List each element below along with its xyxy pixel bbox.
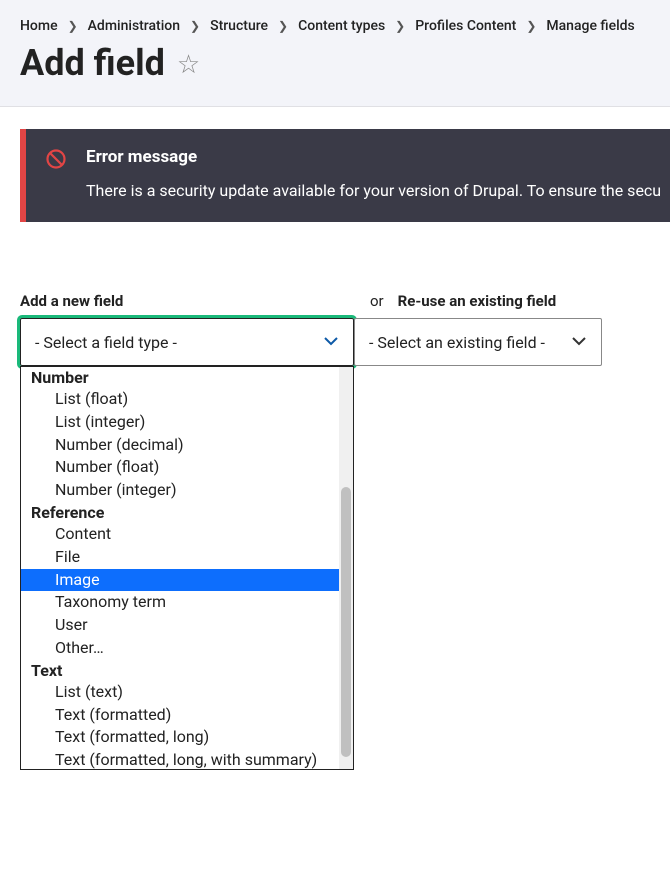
field-group-new: Add a new field - Select a field type - … <box>20 292 354 366</box>
star-icon[interactable]: ☆ <box>177 50 200 80</box>
select-existing-field-value: - Select an existing field - <box>369 333 545 352</box>
option-image[interactable]: Image <box>21 569 339 592</box>
fields-row: Add a new field - Select a field type - … <box>20 292 670 366</box>
breadcrumb-item-manage-fields[interactable]: Manage fields <box>546 18 634 34</box>
breadcrumb-item-administration[interactable]: Administration <box>88 18 180 34</box>
option-content[interactable]: Content <box>21 523 339 546</box>
chevron-right-icon: ❯ <box>395 19 405 33</box>
select-field-type[interactable]: - Select a field type - <box>20 318 354 366</box>
option-list-text[interactable]: List (text) <box>21 681 339 704</box>
dropdown-list: Number List (float) List (integer) Numbe… <box>21 367 339 769</box>
page-title-row: Add field ☆ <box>20 42 650 84</box>
option-text-formatted-long-summary[interactable]: Text (formatted, long, with summary) <box>21 749 339 770</box>
no-entry-icon <box>46 149 66 200</box>
or-label: or <box>370 292 384 310</box>
field-group-existing: or Re-use an existing field - Select an … <box>354 292 602 366</box>
chevron-right-icon: ❯ <box>68 19 78 33</box>
field-label-new: Add a new field <box>20 292 354 310</box>
option-list-float[interactable]: List (float) <box>21 388 339 411</box>
error-title: Error message <box>86 147 670 167</box>
chevron-right-icon: ❯ <box>190 19 200 33</box>
breadcrumb: Home ❯ Administration ❯ Structure ❯ Cont… <box>20 18 650 34</box>
option-taxonomy-term[interactable]: Taxonomy term <box>21 591 339 614</box>
option-number-float[interactable]: Number (float) <box>21 456 339 479</box>
page-title: Add field <box>20 42 165 84</box>
optgroup-reference: Reference <box>21 502 339 523</box>
field-type-dropdown: Number List (float) List (integer) Numbe… <box>20 366 354 770</box>
chevron-right-icon: ❯ <box>526 19 536 33</box>
error-text: Error message There is a security update… <box>86 147 670 200</box>
option-user[interactable]: User <box>21 614 339 637</box>
dropdown-scrollbar[interactable] <box>339 367 353 769</box>
select-field-type-value: - Select a field type - <box>35 333 177 352</box>
optgroup-text: Text <box>21 660 339 681</box>
error-icon-col <box>26 147 86 200</box>
error-body: There is a security update available for… <box>86 181 670 200</box>
scrollbar-thumb[interactable] <box>341 487 351 757</box>
chevron-down-icon <box>323 334 339 350</box>
field-label-existing: Re-use an existing field <box>398 292 557 310</box>
chevron-down-icon <box>571 334 587 350</box>
option-other[interactable]: Other… <box>21 637 339 660</box>
chevron-right-icon: ❯ <box>278 19 288 33</box>
option-number-integer[interactable]: Number (integer) <box>21 479 339 502</box>
error-message-box: Error message There is a security update… <box>20 129 670 222</box>
breadcrumb-item-structure[interactable]: Structure <box>210 18 268 34</box>
content-region: Error message There is a security update… <box>0 107 670 366</box>
optgroup-number: Number <box>21 367 339 388</box>
option-list-integer[interactable]: List (integer) <box>21 411 339 434</box>
option-number-decimal[interactable]: Number (decimal) <box>21 434 339 457</box>
option-text-formatted[interactable]: Text (formatted) <box>21 704 339 727</box>
option-file[interactable]: File <box>21 546 339 569</box>
option-text-formatted-long[interactable]: Text (formatted, long) <box>21 726 339 749</box>
select-existing-field[interactable]: - Select an existing field - <box>354 318 602 366</box>
breadcrumb-item-content-types[interactable]: Content types <box>298 18 385 34</box>
breadcrumb-item-home[interactable]: Home <box>20 18 58 34</box>
breadcrumb-item-profiles-content[interactable]: Profiles Content <box>415 18 516 34</box>
header-region: Home ❯ Administration ❯ Structure ❯ Cont… <box>0 0 670 107</box>
